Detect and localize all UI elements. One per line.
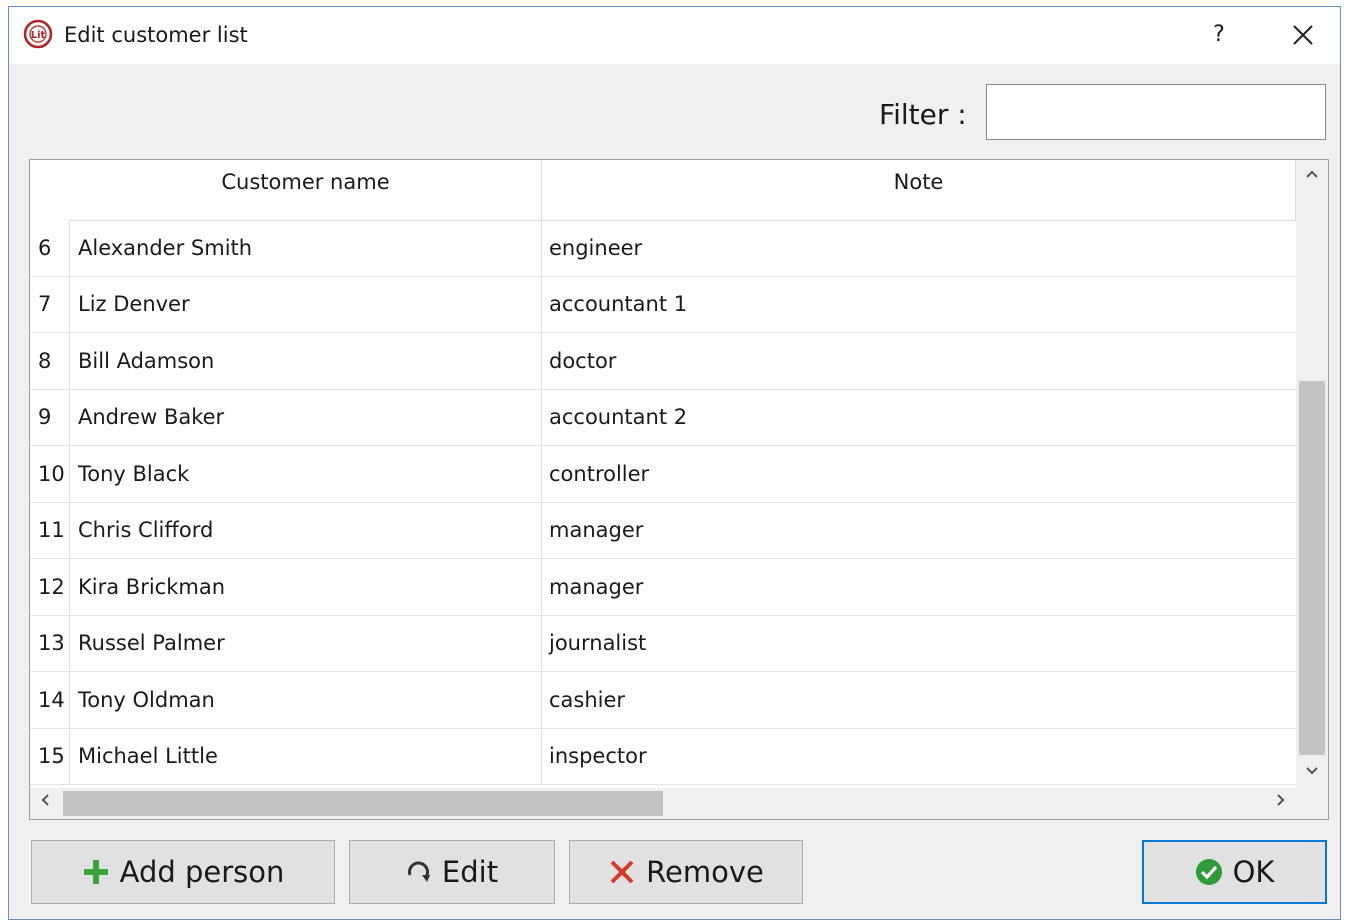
customer-name-cell: Andrew Baker xyxy=(70,389,542,445)
row-number: 8 xyxy=(30,333,70,389)
note-cell: accountant 1 xyxy=(549,292,688,317)
scroll-down-icon[interactable] xyxy=(1296,757,1328,787)
customer-name-cell: Bill Adamson xyxy=(70,333,542,389)
table-row[interactable]: 12 Kira Brickman manager xyxy=(30,559,1296,616)
note-cell: inspector xyxy=(549,744,647,769)
table-row[interactable]: 7 Liz Denver accountant 1 xyxy=(30,276,1296,333)
customer-name-cell: Kira Brickman xyxy=(70,559,542,615)
row-number: 11 xyxy=(30,502,70,558)
row-number: 7 xyxy=(30,276,70,332)
row-number: 12 xyxy=(30,559,70,615)
svg-text:Lit: Lit xyxy=(31,30,46,41)
table-row[interactable]: 13 Russel Palmer journalist xyxy=(30,615,1296,672)
column-header-note[interactable]: Note xyxy=(542,160,1296,220)
ok-label: OK xyxy=(1232,855,1275,889)
note-cell: manager xyxy=(549,574,644,599)
add-person-button[interactable]: Add person xyxy=(31,840,335,904)
column-header-customer-name[interactable]: Customer name xyxy=(70,160,542,220)
row-number: 9 xyxy=(30,389,70,445)
note-cell: manager xyxy=(549,518,644,543)
vertical-scroll-thumb[interactable] xyxy=(1299,381,1325,755)
table-row[interactable]: 8 Bill Adamson doctor xyxy=(30,333,1296,390)
add-person-label: Add person xyxy=(119,855,285,889)
close-icon xyxy=(1293,25,1313,45)
customer-name-cell: Chris Clifford xyxy=(70,502,542,558)
filter-label: Filter : xyxy=(879,98,967,131)
customer-name-cell: Tony Black xyxy=(70,446,542,502)
vertical-scrollbar[interactable] xyxy=(1296,160,1328,788)
remove-button[interactable]: Remove xyxy=(569,840,803,904)
window-title: Edit customer list xyxy=(64,23,248,47)
table-row[interactable]: 11 Chris Clifford manager xyxy=(30,502,1296,559)
customer-name-cell: Tony Oldman xyxy=(70,672,542,728)
table-row[interactable]: 6 Alexander Smith engineer xyxy=(30,220,1296,277)
dialog-window: Lit Edit customer list ? Filter : Custom… xyxy=(8,6,1341,920)
horizontal-scroll-thumb[interactable] xyxy=(63,791,663,816)
scroll-right-icon[interactable] xyxy=(1266,788,1296,819)
table-row[interactable]: 10 Tony Black controller xyxy=(30,446,1296,503)
row-number: 14 xyxy=(30,672,70,728)
note-cell: controller xyxy=(549,461,650,486)
customer-name-cell: Liz Denver xyxy=(70,276,542,332)
note-cell: engineer xyxy=(549,235,643,260)
customer-name-cell: Alexander Smith xyxy=(70,220,542,276)
plus-icon xyxy=(82,858,110,886)
row-number: 10 xyxy=(30,446,70,502)
remove-label: Remove xyxy=(646,855,764,889)
x-icon xyxy=(608,858,636,886)
note-cell: cashier xyxy=(549,687,626,712)
note-cell: journalist xyxy=(549,631,647,656)
title-bar: Lit Edit customer list ? xyxy=(9,7,1340,64)
check-circle-icon xyxy=(1195,858,1223,886)
customer-name-cell: Michael Little xyxy=(70,728,542,784)
ok-button[interactable]: OK xyxy=(1142,840,1327,904)
scroll-left-icon[interactable] xyxy=(30,788,60,819)
table-body: 6 Alexander Smith engineer 7 Liz Denver accou… xyxy=(30,220,1296,785)
close-button[interactable] xyxy=(1283,15,1323,55)
table-row[interactable]: 9 Andrew Baker accountant 2 xyxy=(30,389,1296,446)
row-number: 13 xyxy=(30,615,70,671)
customer-name-cell: Russel Palmer xyxy=(70,615,542,671)
filter-input[interactable] xyxy=(986,84,1326,140)
row-number: 6 xyxy=(30,220,70,276)
note-cell: doctor xyxy=(549,348,617,373)
customer-table: Customer name Note 6 Alexander Smith engin… xyxy=(29,159,1329,820)
table-row[interactable]: 14 Tony Oldman cashier xyxy=(30,672,1296,729)
refresh-edit-icon xyxy=(406,859,432,885)
row-number: 15 xyxy=(30,728,70,784)
horizontal-scrollbar[interactable] xyxy=(30,788,1328,819)
scroll-up-icon[interactable] xyxy=(1296,160,1328,190)
edit-label: Edit xyxy=(441,855,499,889)
table-header: Customer name Note xyxy=(70,160,1296,221)
help-button[interactable]: ? xyxy=(1199,15,1239,55)
edit-button[interactable]: Edit xyxy=(349,840,555,904)
app-logo-icon: Lit xyxy=(22,18,54,50)
note-cell: accountant 2 xyxy=(549,405,688,430)
table-corner xyxy=(30,160,71,220)
table-row[interactable]: 15 Michael Little inspector xyxy=(30,728,1296,785)
